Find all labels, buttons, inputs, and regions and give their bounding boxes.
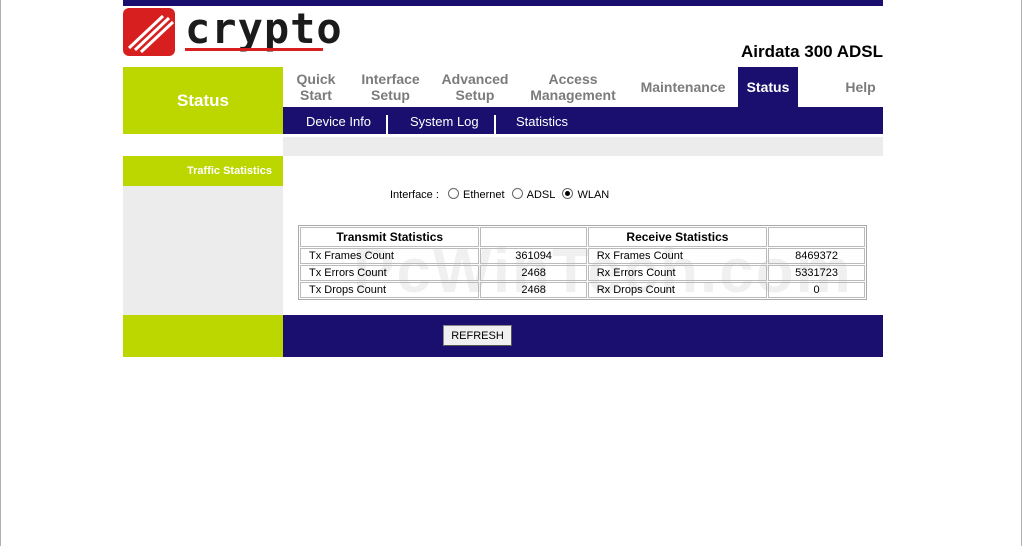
subnav-system-log[interactable]: System Log: [410, 107, 479, 134]
tx-value: 2468: [480, 265, 587, 281]
nav-advanced-setup[interactable]: Advanced Setup: [435, 67, 515, 107]
sidebar-label: Traffic Statistics: [123, 156, 283, 186]
nav-label: Quick: [296, 71, 336, 87]
sidebar-panel: [123, 186, 283, 315]
tx-label: Tx Errors Count: [300, 265, 480, 281]
nav-access-management[interactable]: Access Management: [523, 67, 623, 107]
subnav-divider: [386, 115, 388, 134]
footer-bar: [283, 315, 883, 357]
interface-label: Interface :: [390, 189, 439, 201]
crypto-logo-icon: [123, 8, 175, 56]
tx-value: 361094: [480, 248, 587, 264]
nav-label: Management: [530, 87, 616, 103]
nav-help[interactable]: Help: [828, 67, 893, 107]
nav-label: Start: [300, 87, 332, 103]
table-row: Tx Errors Count 2468 Rx Errors Count 533…: [300, 265, 865, 281]
nav-label: Setup: [455, 87, 495, 103]
option-label: Ethernet: [462, 189, 505, 201]
table-header-row: Transmit Statistics Receive Statistics: [300, 227, 865, 247]
main-nav: Quick Start Interface Setup Advanced Setup …: [283, 67, 883, 107]
brand-logo-text: crypto: [185, 4, 343, 53]
nav-label: Access: [548, 71, 598, 87]
rx-label: Rx Frames Count: [587, 248, 768, 264]
nav-label: Status: [746, 79, 790, 95]
traffic-stats-table: Transmit Statistics Receive Statistics T…: [298, 225, 867, 300]
tx-label: Tx Frames Count: [300, 248, 480, 264]
footer-left: [123, 315, 283, 357]
radio-wlan[interactable]: [562, 188, 574, 199]
nav-label: Help: [845, 79, 876, 95]
nav-label: Maintenance: [640, 79, 726, 95]
option-label: ADSL: [526, 189, 556, 201]
subnav-divider: [494, 115, 496, 134]
nav-status[interactable]: Status: [738, 67, 798, 107]
rx-label: Rx Errors Count: [587, 265, 768, 281]
option-label: WLAN: [577, 189, 610, 201]
product-name: Airdata 300 ADSL: [740, 42, 883, 61]
table-row: Tx Frames Count 361094 Rx Frames Count 8…: [300, 248, 865, 264]
subnav-statistics[interactable]: Statistics: [516, 107, 568, 134]
nav-label: Setup: [371, 87, 410, 103]
tx-label: Tx Drops Count: [300, 282, 480, 298]
nav-label: Advanced: [441, 71, 509, 87]
section-title: Status: [123, 67, 283, 134]
interface-selector: Interface : Ethernet ADSL WLAN: [390, 188, 613, 201]
refresh-button[interactable]: REFRESH: [443, 325, 512, 346]
logo-underline: [185, 48, 323, 51]
tx-value-header: [480, 227, 587, 247]
header-strip: [283, 137, 883, 156]
tx-value: 2468: [480, 282, 587, 298]
radio-ethernet[interactable]: [447, 188, 459, 199]
subnav-device-info[interactable]: Device Info: [306, 107, 371, 134]
nav-interface-setup[interactable]: Interface Setup: [353, 67, 428, 107]
nav-label: Interface: [361, 71, 420, 87]
rx-value: 5331723: [768, 265, 865, 281]
rx-label: Rx Drops Count: [587, 282, 768, 298]
nav-quick-start[interactable]: Quick Start: [283, 67, 349, 107]
radio-adsl[interactable]: [511, 188, 523, 199]
tx-header: Transmit Statistics: [300, 227, 480, 247]
sub-nav: Device Info System Log Statistics: [283, 107, 883, 134]
table-row: Tx Drops Count 2468 Rx Drops Count 0: [300, 282, 865, 298]
rx-value-header: [768, 227, 865, 247]
rx-value: 8469372: [768, 248, 865, 264]
rx-value: 0: [768, 282, 865, 298]
nav-maintenance[interactable]: Maintenance: [635, 67, 731, 107]
rx-header: Receive Statistics: [587, 227, 768, 247]
